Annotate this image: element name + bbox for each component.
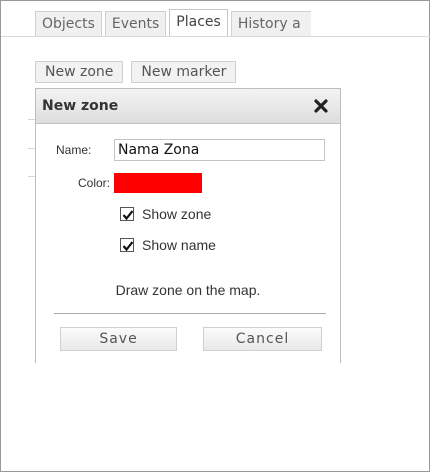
tab-divider — [1, 36, 430, 37]
new-marker-button[interactable]: New marker — [131, 61, 237, 83]
tab-places[interactable]: Places — [169, 9, 228, 37]
app-frame: Objects Events Places History a New zone… — [0, 0, 430, 472]
color-label: Color: — [78, 176, 111, 190]
show-zone-row[interactable]: Show zone — [120, 206, 211, 222]
new-zone-dialog: New zone Name: Color: Show zone Show — [35, 88, 341, 363]
save-button[interactable]: Save — [60, 327, 177, 351]
tab-bar: Objects Events Places History a — [35, 9, 314, 37]
show-name-label: Show name — [142, 237, 216, 253]
dialog-header[interactable]: New zone — [36, 89, 340, 124]
tab-objects[interactable]: Objects — [35, 11, 102, 37]
draw-hint-text: Draw zone on the map. — [115, 282, 261, 298]
cancel-button[interactable]: Cancel — [203, 327, 322, 351]
dialog-title: New zone — [42, 98, 119, 114]
show-zone-label: Show zone — [142, 206, 212, 222]
show-zone-checkbox[interactable] — [120, 207, 134, 221]
checkmark-icon — [122, 241, 134, 252]
show-name-checkbox[interactable] — [120, 238, 134, 252]
new-zone-button[interactable]: New zone — [35, 61, 124, 83]
color-picker-swatch[interactable] — [114, 173, 202, 193]
tab-history[interactable]: History a — [230, 11, 311, 37]
dialog-divider — [54, 313, 326, 314]
name-label: Name: — [56, 143, 92, 157]
tab-events[interactable]: Events — [104, 11, 167, 37]
show-name-row[interactable]: Show name — [120, 237, 216, 253]
places-toolbar: New zone New marker — [35, 61, 244, 83]
close-icon[interactable] — [312, 97, 330, 115]
checkmark-icon — [122, 210, 134, 221]
zone-name-input[interactable] — [114, 139, 325, 161]
